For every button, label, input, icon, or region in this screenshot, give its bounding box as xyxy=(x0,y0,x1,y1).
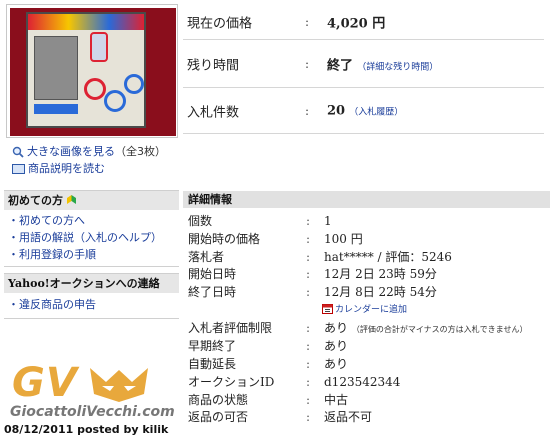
report-violation-link[interactable]: ・違反商品の申告 xyxy=(8,296,96,312)
bid-count-row: 入札件数 : 20 （入札履歴） xyxy=(183,89,544,134)
time-left-value: 終了 （詳細な残り時間） xyxy=(327,58,439,74)
current-price-row: 現在の価格 : 4,020 円 xyxy=(183,4,544,40)
details-heading: 詳細情報 xyxy=(183,191,550,208)
read-description-label[interactable]: 商品説明を読む xyxy=(28,162,105,175)
current-price-label: 現在の価格 xyxy=(187,16,253,31)
bid-history-link[interactable]: （入札履歴） xyxy=(349,108,403,118)
watermark-site: GiocattoliVecchi.com xyxy=(10,404,175,420)
bid-count-value: 20 （入札履歴） xyxy=(327,103,404,119)
detail-row-winner: 落札者: hat***** / 評価：5246 xyxy=(188,249,452,266)
detail-row-start-price: 開始時の価格:100 円 xyxy=(188,232,363,246)
book-icon xyxy=(12,164,25,174)
winner-value[interactable]: hat***** / 評価：5246 xyxy=(324,249,452,266)
view-large-image-link[interactable]: 大きな画像を見る（全3枚） xyxy=(12,143,166,159)
time-left-label: 残り時間 xyxy=(187,58,240,74)
glossary-link[interactable]: ・用語の解説（入札のヘルプ） xyxy=(8,229,162,245)
detail-row-returns: 返品の可否: 返品不可 xyxy=(188,410,373,424)
watermark-logo: GV xyxy=(12,360,78,406)
contact-heading: Yahoo!オークションへの連絡 xyxy=(4,273,179,293)
detail-row-auto-extend: 自動延長: あり xyxy=(188,357,349,371)
registration-steps-link[interactable]: ・利用登録の手順 xyxy=(8,246,96,262)
detail-row-auction-id: オークションID: d123542344 xyxy=(188,375,401,389)
current-price-value: 4,020 円 xyxy=(327,16,386,31)
product-photo[interactable] xyxy=(10,8,176,136)
posted-by-caption: 08/12/2011 posted by kilik xyxy=(4,423,169,436)
time-detail-link[interactable]: （詳細な残り時間） xyxy=(357,63,438,73)
detail-row-quantity: 個数:1 xyxy=(188,214,332,228)
detail-row-start-time: 開始日時:12月 2日 23時 59分 xyxy=(188,267,437,281)
detail-row-bidder-rating-limit: 入札者評価制限: あり （評価の合計がマイナスの方は入札できません） xyxy=(188,321,528,335)
magnifier-icon xyxy=(12,146,24,158)
detail-row-condition: 商品の状態: 中古 xyxy=(188,393,349,407)
calendar-icon xyxy=(322,304,333,314)
read-description-link[interactable]: 商品説明を読む xyxy=(12,160,105,176)
view-large-image-label[interactable]: 大きな画像を見る xyxy=(27,145,115,158)
time-left-row: 残り時間 : 終了 （詳細な残り時間） xyxy=(183,41,544,88)
beginner-mark-icon xyxy=(67,195,76,204)
detail-row-early-close: 早期終了: あり xyxy=(188,339,349,353)
add-to-calendar-link[interactable]: カレンダーに追加 xyxy=(322,302,407,315)
watermark-mask-icon xyxy=(90,368,148,402)
image-count: （全3枚） xyxy=(115,145,166,158)
toy-package xyxy=(26,12,146,128)
detail-row-end-time: 終了日時:12月 8日 22時 54分 xyxy=(188,285,437,299)
beginner-heading: 初めての方 xyxy=(4,190,179,210)
product-thumbnail[interactable] xyxy=(6,4,178,138)
bid-count-label: 入札件数 xyxy=(187,105,240,121)
beginner-guide-link[interactable]: ・初めての方へ xyxy=(8,212,85,228)
